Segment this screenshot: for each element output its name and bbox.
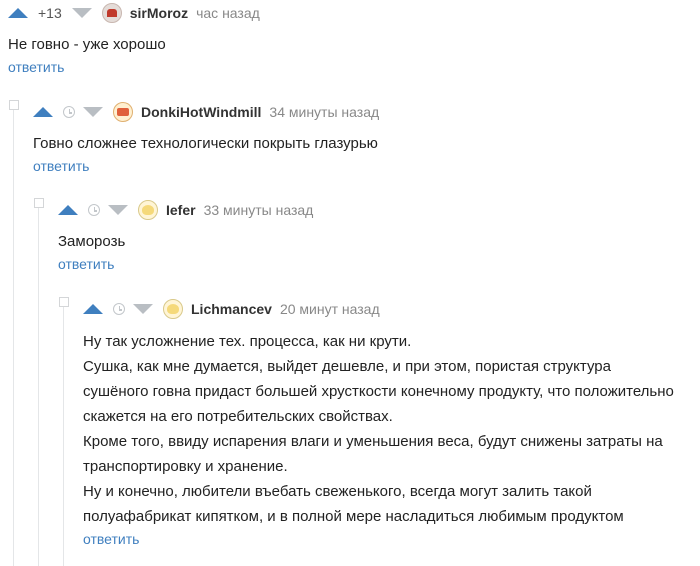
clock-icon	[88, 204, 100, 216]
downvote-icon[interactable]	[83, 107, 103, 117]
upvote-icon[interactable]	[83, 304, 103, 314]
comment: Lichmancev 20 минут назад Ну так усложне…	[83, 296, 683, 549]
comment-header: Iefer 33 минуты назад	[58, 197, 688, 223]
comment-header: DonkiHotWindmill 34 минуты назад	[33, 99, 688, 125]
reply-link[interactable]: ответить	[8, 59, 64, 75]
comment-body: Не говно - уже хорошо	[8, 32, 688, 57]
collapse-thread-button[interactable]	[34, 198, 44, 208]
user-avatar-icon[interactable]	[113, 102, 133, 122]
user-avatar-icon[interactable]	[163, 299, 183, 319]
collapse-thread-button[interactable]	[59, 297, 69, 307]
comment-paragraph: Сушка, как мне думается, выйдет дешевле,…	[83, 358, 674, 425]
thread-line	[38, 208, 39, 566]
comment-time: 20 минут назад	[279, 301, 380, 317]
comment-paragraph: Не говно - уже хорошо	[8, 36, 166, 53]
thread-line	[13, 110, 14, 566]
thread-line	[63, 307, 64, 566]
comment-author[interactable]: sirMoroz	[130, 5, 188, 21]
reply-link[interactable]: ответить	[33, 158, 89, 174]
comment-body: Ну так усложнение тех. процесса, как ни …	[83, 329, 679, 529]
comment-paragraph: Говно сложнее технологически покрыть гла…	[33, 135, 378, 152]
comment-header: Lichmancev 20 минут назад	[83, 296, 683, 322]
comment-paragraph: Кроме того, ввиду испарения влаги и умен…	[83, 433, 663, 475]
comment-score: +13	[38, 5, 62, 21]
comment-time: час назад	[196, 5, 260, 21]
comment-header: +13 sirMoroz час назад	[8, 0, 688, 26]
user-avatar-icon[interactable]	[138, 200, 158, 220]
collapse-thread-button[interactable]	[9, 100, 19, 110]
comment-paragraph: Ну так усложнение тех. процесса, как ни …	[83, 333, 412, 350]
comment-time: 34 минуты назад	[269, 104, 380, 120]
comment: +13 sirMoroz час назад Не говно - уже хо…	[8, 0, 688, 77]
comment-paragraph: Ну и конечно, любители въебать свеженько…	[83, 483, 624, 525]
upvote-icon[interactable]	[58, 205, 78, 215]
reply-link[interactable]: ответить	[83, 531, 139, 547]
downvote-icon[interactable]	[108, 205, 128, 215]
comment: Iefer 33 минуты назад Заморозь ответить	[58, 197, 688, 274]
upvote-icon[interactable]	[8, 8, 28, 18]
comment-body: Заморозь	[58, 229, 688, 254]
reply-link[interactable]: ответить	[58, 256, 114, 272]
comment-time: 33 минуты назад	[203, 202, 314, 218]
clock-icon	[113, 303, 125, 315]
comment-paragraph: Заморозь	[58, 233, 126, 250]
comment-author[interactable]: Lichmancev	[191, 301, 272, 317]
user-avatar-icon[interactable]	[101, 3, 122, 23]
comment-body: Говно сложнее технологически покрыть гла…	[33, 131, 688, 156]
comment-author[interactable]: DonkiHotWindmill	[141, 104, 261, 120]
downvote-icon[interactable]	[133, 304, 153, 314]
downvote-icon[interactable]	[71, 8, 92, 18]
upvote-icon[interactable]	[33, 107, 53, 117]
comment: DonkiHotWindmill 34 минуты назад Говно с…	[33, 99, 688, 176]
clock-icon	[63, 106, 75, 118]
comment-author[interactable]: Iefer	[166, 202, 196, 218]
